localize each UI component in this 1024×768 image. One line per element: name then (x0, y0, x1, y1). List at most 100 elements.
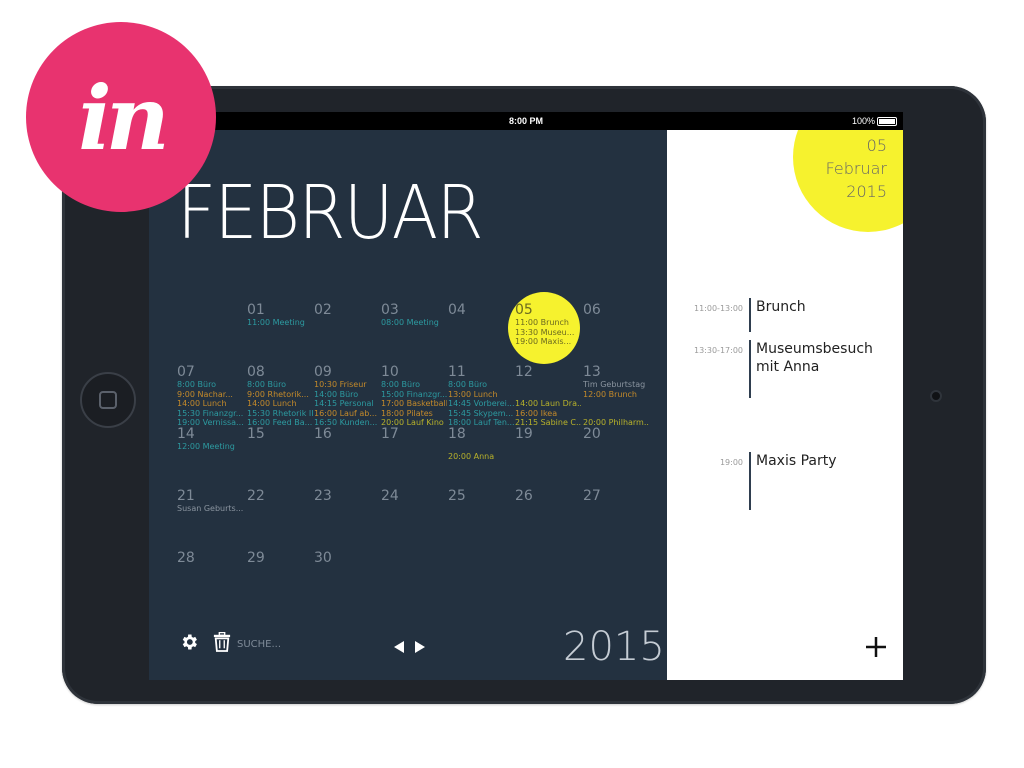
calendar-day-26[interactable]: 26 (515, 488, 581, 550)
day-event[interactable]: 18:00 Pilates (381, 409, 447, 419)
day-event[interactable]: 14:15 Personal (314, 399, 380, 409)
app-screen: n 8:00 PM 100% FEBRUAR 0111:00 Meeting02… (149, 112, 903, 680)
calendar-day-19[interactable]: 19 (515, 426, 581, 488)
day-event[interactable]: 9:00 Rhetorik... (247, 390, 313, 400)
day-number: 28 (177, 550, 195, 566)
day-event[interactable]: 12:00 Brunch (583, 390, 649, 400)
selected-month: Februar (825, 159, 887, 178)
day-event[interactable]: 9:00 Nachar... (177, 390, 243, 400)
battery-percent: 100% (851, 116, 875, 126)
day-event[interactable]: 11:00 Meeting (247, 318, 313, 328)
day-event[interactable]: 14:45 Vorberei... (448, 399, 514, 409)
next-month-icon[interactable] (413, 640, 427, 654)
day-number: 11 (448, 364, 466, 380)
home-button[interactable] (80, 372, 136, 428)
calendar-day-09[interactable]: 09 10:30 Friseur 14:00 Büro 14:15 Personal 1… (314, 364, 380, 427)
day-event[interactable]: 12:00 Meeting (177, 442, 243, 452)
day-event[interactable]: 13:30 Museu... (515, 328, 581, 338)
day-event[interactable]: 17:00 Basketball (381, 399, 447, 409)
day-event[interactable]: 14:00 Laun Dra... (515, 399, 581, 409)
calendar-day-07[interactable]: 07 8:00 Büro 9:00 Nachar... 14:00 Lunch 15:3… (177, 364, 243, 427)
calendar-day-20[interactable]: 20 (583, 426, 649, 488)
day-number: 07 (177, 364, 195, 380)
calendar-day-10[interactable]: 10 8:00 Büro 15:00 Finanzgr... 17:00 Basket… (381, 364, 447, 427)
day-event[interactable]: 15:30 Finanzgr... (177, 409, 243, 419)
day-number: 22 (247, 488, 265, 504)
calendar-day-29[interactable]: 29 (247, 550, 313, 612)
day-event[interactable]: 11:00 Brunch (515, 318, 581, 328)
day-event[interactable] (583, 399, 649, 409)
agenda-bar (749, 298, 751, 332)
year-label: 2015 (563, 624, 665, 670)
day-event[interactable]: 14:00 Lunch (177, 399, 243, 409)
calendar-day-04[interactable]: 04 (448, 302, 514, 364)
day-event[interactable] (515, 390, 581, 400)
agenda-bar (749, 340, 751, 398)
calendar-day-02[interactable]: 02 (314, 302, 380, 364)
day-event[interactable]: 08:00 Meeting (381, 318, 447, 328)
day-number: 18 (448, 426, 466, 442)
calendar-day-12[interactable]: 12 14:00 Laun Dra... 16:00 Ikea 21:15 Sabi… (515, 364, 581, 427)
day-event[interactable]: 20:00 Anna (448, 452, 514, 462)
calendar-day-18[interactable]: 18 20:00 Anna (448, 426, 514, 488)
day-number: 13 (583, 364, 601, 380)
day-event[interactable]: 15:45 Skypem... (448, 409, 514, 419)
calendar-day-25[interactable]: 25 (448, 488, 514, 550)
day-number: 30 (314, 550, 332, 566)
day-number: 04 (448, 302, 466, 318)
day-event[interactable]: Susan Geburts... (177, 504, 243, 514)
calendar-day-11[interactable]: 11 8:00 Büro 13:00 Lunch 14:45 Vorberei... 1… (448, 364, 514, 427)
calendar-day-28[interactable]: 28 (177, 550, 243, 612)
day-event[interactable]: 15:30 Rhetorik II (247, 409, 313, 419)
day-number: 14 (177, 426, 195, 442)
calendar-day-27[interactable]: 27 (583, 488, 649, 550)
day-event[interactable]: 10:30 Friseur (314, 380, 380, 390)
calendar-day-16[interactable]: 16 (314, 426, 380, 488)
day-number: 17 (381, 426, 399, 442)
day-event[interactable]: 16:00 Ikea (515, 409, 581, 419)
day-event[interactable]: 13:00 Lunch (448, 390, 514, 400)
day-number: 24 (381, 488, 399, 504)
previous-month-icon[interactable] (392, 640, 406, 654)
calendar-day-22[interactable]: 22 (247, 488, 313, 550)
calendar-day-03[interactable]: 03 08:00 Meeting (381, 302, 447, 364)
camera (930, 390, 942, 402)
calendar-day-14[interactable]: 14 12:00 Meeting (177, 426, 243, 488)
calendar-day-15[interactable]: 15 (247, 426, 313, 488)
day-number: 12 (515, 364, 533, 380)
day-event[interactable]: 16:00 Lauf ab... (314, 409, 380, 419)
day-event[interactable] (515, 380, 581, 390)
calendar-day-21[interactable]: 21 Susan Geburts... (177, 488, 243, 550)
calendar-day-23[interactable]: 23 (314, 488, 380, 550)
calendar-day-13[interactable]: 13 Tim Geburtstag 12:00 Brunch 20:00 Philh… (583, 364, 649, 427)
day-number: 19 (515, 426, 533, 442)
agenda-bar (749, 452, 751, 510)
calendar-day-30[interactable]: 30 (314, 550, 380, 612)
day-event[interactable] (448, 442, 514, 452)
day-event[interactable]: 8:00 Büro (448, 380, 514, 390)
day-event[interactable]: 19:00 Maxis... (515, 337, 581, 347)
search-input[interactable] (237, 636, 357, 652)
day-event[interactable]: 8:00 Büro (381, 380, 447, 390)
calendar-day-24[interactable]: 24 (381, 488, 447, 550)
day-event[interactable]: 8:00 Büro (247, 380, 313, 390)
day-event[interactable]: Tim Geburtstag (583, 380, 649, 390)
day-event[interactable]: 15:00 Finanzgr... (381, 390, 447, 400)
calendar-day-17[interactable]: 17 (381, 426, 447, 488)
agenda-time: 11:00-13:00 (694, 304, 743, 313)
trash-icon[interactable] (213, 632, 231, 652)
status-time: 8:00 PM (508, 116, 543, 126)
add-event-button[interactable] (865, 636, 887, 658)
day-event[interactable]: 14:00 Lunch (247, 399, 313, 409)
selected-day: 05 (866, 136, 887, 155)
calendar-day-08[interactable]: 08 8:00 Büro 9:00 Rhetorik... 14:00 Lunch 15… (247, 364, 313, 427)
calendar-day-06[interactable]: 06 (583, 302, 649, 364)
gear-icon[interactable] (179, 632, 199, 652)
day-number: 25 (448, 488, 466, 504)
calendar-day-01[interactable]: 01 11:00 Meeting (247, 302, 313, 364)
day-number: 06 (583, 302, 601, 318)
day-event[interactable]: 8:00 Büro (177, 380, 243, 390)
calendar-day-05[interactable]: 05 11:00 Brunch 13:30 Museu... 19:00 Maxis.… (515, 302, 581, 364)
day-event[interactable] (583, 409, 649, 419)
day-event[interactable]: 14:00 Büro (314, 390, 380, 400)
